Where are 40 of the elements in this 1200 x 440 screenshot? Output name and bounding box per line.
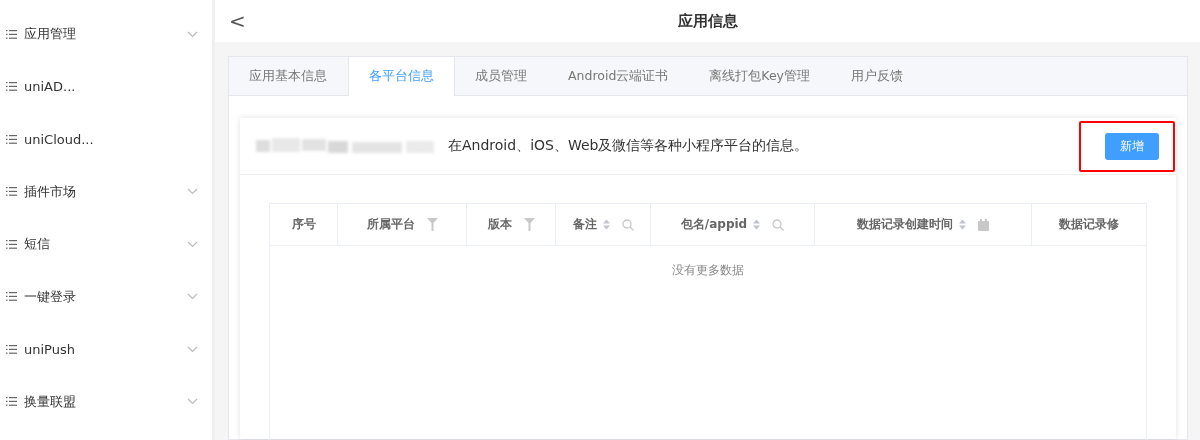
filter-icon[interactable]	[523, 218, 535, 231]
column-header: 所属平台	[338, 204, 467, 245]
sidebar-item[interactable]: uniCloud...	[0, 113, 212, 166]
back-button[interactable]: <	[225, 9, 250, 33]
empty-message: 没有更多数据	[672, 262, 744, 279]
list-icon	[6, 134, 17, 144]
column-header: 数据记录创建时间	[815, 204, 1032, 245]
tab[interactable]: 成员管理	[455, 57, 548, 96]
column-header: 包名/appid	[651, 204, 815, 245]
column-header: 数据记录修	[1057, 216, 1120, 233]
list-icon	[6, 29, 17, 39]
tab[interactable]: 离线打包Key管理	[689, 57, 831, 96]
sidebar-item[interactable]: 一键登录	[0, 270, 212, 323]
column-header: 序号	[270, 204, 338, 245]
tab[interactable]: 用户反馈	[831, 57, 924, 96]
list-icon	[6, 187, 17, 197]
list-icon	[6, 397, 17, 407]
list-icon	[6, 82, 17, 92]
filter-icon[interactable]	[426, 218, 438, 231]
sidebar-item[interactable]: 短信	[0, 218, 212, 271]
description-text: 在Android、iOS、Web及微信等各种小程序平台的信息。	[448, 137, 809, 155]
sort-icon[interactable]	[602, 219, 610, 230]
sidebar-item[interactable]: uniAD...	[0, 60, 212, 113]
page-title: 应用信息	[677, 11, 738, 31]
sort-icon[interactable]	[959, 219, 966, 230]
sidebar-item[interactable]: 换量联盟	[0, 375, 212, 428]
calendar-icon[interactable]	[978, 218, 989, 231]
search-icon[interactable]	[621, 218, 634, 231]
sort-icon[interactable]	[753, 219, 761, 230]
search-icon[interactable]	[772, 218, 785, 231]
tab[interactable]: 应用基本信息	[229, 57, 348, 96]
sidebar-item[interactable]: 应用管理	[0, 8, 212, 61]
sidebar-item[interactable]: uniPush	[0, 323, 212, 376]
column-header: 备注	[556, 204, 651, 245]
column-header: 版本	[467, 204, 556, 245]
list-icon	[6, 292, 17, 302]
list-icon	[6, 239, 17, 249]
tab[interactable]: Android云端证书	[548, 57, 690, 96]
list-icon	[6, 344, 17, 354]
sidebar-item[interactable]: 插件市场	[0, 165, 212, 218]
